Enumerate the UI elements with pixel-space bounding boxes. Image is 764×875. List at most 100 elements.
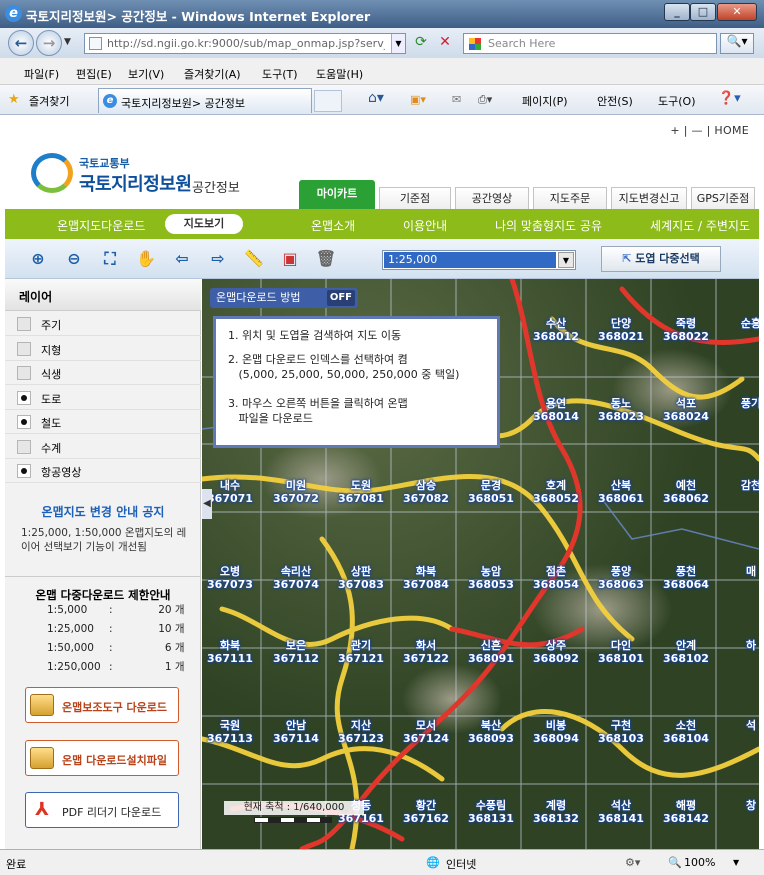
map-sheet-label[interactable]: 감천: [723, 479, 759, 492]
command-page[interactable]: 페이지(P): [522, 93, 568, 109]
map-sheet-label[interactable]: 안계 368102: [658, 639, 714, 665]
pan-hand-icon[interactable]: ✋: [135, 248, 157, 270]
menu-view[interactable]: 보기(V): [128, 66, 164, 82]
map-sheet-label[interactable]: 수산 368012: [528, 317, 584, 343]
nav-usage-guide[interactable]: 이용안내: [403, 217, 447, 234]
search-button[interactable]: 🔍▾: [720, 33, 754, 54]
map-sheet-label[interactable]: 상판 367083: [333, 565, 389, 591]
map-sheet-label[interactable]: 속리산 367074: [268, 565, 324, 591]
map-sheet-label[interactable]: 보은 367112: [268, 639, 324, 665]
pdf-reader-download-button[interactable]: ⅄ PDF 리더기 다운로드: [25, 792, 179, 828]
ngii-logo-icon[interactable]: [31, 153, 73, 193]
favorites-star-icon[interactable]: ★: [8, 92, 20, 107]
menu-tools[interactable]: 도구(T): [262, 66, 298, 82]
home-icon[interactable]: ⌂▾: [368, 90, 384, 106]
map-sheet-label[interactable]: 단양 368021: [593, 317, 649, 343]
next-view-icon[interactable]: ⇨: [207, 248, 229, 270]
map-sheet-label[interactable]: 모서 367124: [398, 719, 454, 745]
map-sheet-label[interactable]: 관기 367121: [333, 639, 389, 665]
map-sheet-label[interactable]: 북산 368093: [463, 719, 519, 745]
address-dropdown-icon[interactable]: ▼: [391, 34, 405, 53]
top-utility-links[interactable]: + | — | HOME: [670, 124, 749, 137]
map-sheet-label[interactable]: 소천 368104: [658, 719, 714, 745]
map-sheet-label[interactable]: 풍천 368064: [658, 565, 714, 591]
browser-tab[interactable]: e 국토지리정보원> 공간정보: [98, 88, 312, 113]
download-hint-toggle[interactable]: OFF: [326, 290, 355, 306]
menu-favorites[interactable]: 즐겨찾기(A): [184, 66, 241, 82]
command-tools[interactable]: 도구(O): [658, 93, 695, 109]
nav-map-view[interactable]: 지도보기: [165, 214, 243, 234]
map-sheet-label[interactable]: 구천 368103: [593, 719, 649, 745]
collapse-sidebar-button[interactable]: ◀: [202, 489, 212, 519]
layer-checkbox[interactable]: [17, 366, 31, 380]
tab-gps-station[interactable]: GPS기준점: [691, 187, 755, 209]
nav-custom-map-share[interactable]: 나의 맞춤형지도 공유: [495, 217, 602, 234]
zoom-dropdown-icon[interactable]: ▼: [733, 858, 739, 867]
security-zone[interactable]: 인터넷: [446, 856, 476, 872]
map-sheet-label[interactable]: 지산 367123: [333, 719, 389, 745]
map-sheet-label[interactable]: 도원 367081: [333, 479, 389, 505]
search-input[interactable]: Search Here: [463, 33, 717, 54]
map-sheet-label[interactable]: 다인 368101: [593, 639, 649, 665]
measure-area-icon[interactable]: ▣: [279, 248, 301, 270]
protected-mode-icon[interactable]: ⚙▾: [625, 856, 640, 869]
close-button[interactable]: ✕: [717, 3, 757, 21]
layer-item[interactable]: 도로: [5, 386, 201, 410]
layer-item[interactable]: 수계: [5, 435, 201, 459]
layer-checkbox[interactable]: [17, 415, 31, 429]
menu-help[interactable]: 도움말(H): [316, 66, 363, 82]
clear-trash-icon[interactable]: 🗑: [315, 248, 337, 270]
map-sheet-label[interactable]: 황간 367162: [398, 799, 454, 825]
map-sheet-label[interactable]: 계령 368132: [528, 799, 584, 825]
onmap-tool-download-button[interactable]: 온맵보조도구 다운로드: [25, 687, 179, 723]
map-sheet-label[interactable]: 화서 367122: [398, 639, 454, 665]
zoom-in-icon[interactable]: ⊕: [27, 248, 49, 270]
menu-edit[interactable]: 편집(E): [76, 66, 112, 82]
map-view[interactable]: 수산 368012 단양 368021 죽령 368022 순흥 용연 368014 동…: [202, 279, 759, 849]
help-icon[interactable]: ❓▾: [718, 91, 741, 106]
map-sheet-label[interactable]: 안남 367114: [268, 719, 324, 745]
map-sheet-label[interactable]: 순흥: [723, 317, 759, 330]
map-sheet-label[interactable]: 풍기: [723, 397, 759, 410]
layer-checkbox[interactable]: [17, 439, 31, 454]
map-sheet-label[interactable]: 석산 368141: [593, 799, 649, 825]
layer-checkbox[interactable]: [17, 317, 31, 331]
map-sheet-label[interactable]: 점촌 368054: [528, 565, 584, 591]
map-sheet-label[interactable]: 죽령 368022: [658, 317, 714, 343]
map-sheet-label[interactable]: 농암 368053: [463, 565, 519, 591]
tab-mycart[interactable]: 마이카트: [299, 180, 375, 209]
multi-sheet-select-button[interactable]: ⇱ 도엽 다중선택: [601, 246, 721, 272]
map-sheet-label[interactable]: 수풍림 368131: [463, 799, 519, 825]
mail-icon[interactable]: ✉: [452, 93, 461, 106]
stop-icon[interactable]: ✕: [436, 34, 454, 52]
nav-world-map[interactable]: 세계지도 / 주변지도: [650, 217, 750, 234]
layer-item[interactable]: 주기: [5, 312, 201, 336]
map-sheet-label[interactable]: 동노 368023: [593, 397, 649, 423]
new-tab-button[interactable]: [314, 90, 342, 112]
map-sheet-label[interactable]: 산북 368061: [593, 479, 649, 505]
scale-select[interactable]: 1:25,000 ▼: [382, 250, 576, 270]
zoom-out-icon[interactable]: ⊖: [63, 248, 85, 270]
minimize-button[interactable]: _: [664, 3, 690, 21]
measure-distance-icon[interactable]: 📏: [243, 248, 265, 270]
maximize-button[interactable]: □: [690, 3, 716, 21]
history-dropdown-icon[interactable]: ▼: [64, 37, 71, 47]
notice-title[interactable]: 온맵지도 변경 안내 공지: [5, 503, 201, 520]
map-sheet-label[interactable]: 상주 368092: [528, 639, 584, 665]
map-sheet-label[interactable]: 해평 368142: [658, 799, 714, 825]
full-extent-icon[interactable]: ⛶: [99, 248, 121, 270]
map-sheet-label[interactable]: 용연 368014: [528, 397, 584, 423]
map-sheet-label[interactable]: 석포 368024: [658, 397, 714, 423]
previous-view-icon[interactable]: ⇦: [171, 248, 193, 270]
layer-item[interactable]: 지형: [5, 337, 201, 361]
map-sheet-label[interactable]: 화북 367111: [202, 639, 258, 665]
layer-item[interactable]: 식생: [5, 361, 201, 385]
back-icon[interactable]: ←: [8, 30, 34, 56]
favorites-label[interactable]: 즐겨찾기: [29, 93, 69, 109]
logo-title[interactable]: 국토지리정보원: [79, 170, 192, 196]
map-sheet-label[interactable]: 신흔 368091: [463, 639, 519, 665]
tab-map-change-report[interactable]: 지도변경신고: [611, 187, 687, 209]
address-url[interactable]: http://sd.ngii.go.kr:9000/sub/map_onmap.…: [107, 37, 385, 50]
zoom-level[interactable]: 100%: [684, 856, 715, 869]
print-icon[interactable]: ⎙▾: [478, 93, 492, 107]
